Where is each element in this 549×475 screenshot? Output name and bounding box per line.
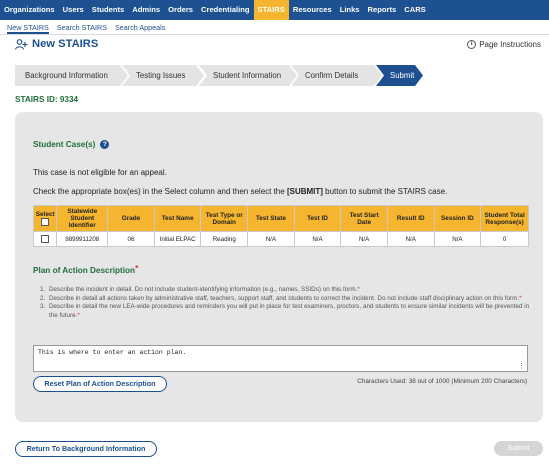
- table-row: 9899911208 06 Initial ELPAC Reading N/A …: [32, 231, 529, 247]
- reset-plan-button[interactable]: Reset Plan of Action Description: [33, 376, 167, 392]
- cell-test-type: Reading: [200, 231, 249, 247]
- select-all-checkbox[interactable]: [41, 218, 50, 226]
- student-cases-heading: Student Case(s) ?: [33, 140, 110, 149]
- subnav-item-search-stairs[interactable]: Search STAIRS: [57, 20, 107, 34]
- nav-item-users[interactable]: Users: [59, 0, 88, 20]
- page-title-text: New STAIRS: [32, 38, 99, 50]
- nav-item-credentialing[interactable]: Credentialing: [197, 0, 254, 20]
- row-select-checkbox[interactable]: [41, 235, 50, 243]
- submit-instruction: Check the appropriate box(es) in the Sel…: [33, 187, 448, 196]
- top-navigation: Organizations Users Students Admins Orders Cr…: [0, 0, 549, 20]
- nav-item-reports[interactable]: Reports: [364, 0, 401, 20]
- table-header-row: Select Statewide Student Identifier Grad…: [32, 205, 529, 232]
- student-cases-table: Select Statewide Student Identifier Grad…: [32, 205, 529, 247]
- step-testing-issues[interactable]: Testing Issues: [122, 65, 204, 86]
- column-header-select: Select: [32, 205, 58, 232]
- column-header-ssid: Statewide Student Identifier: [56, 205, 109, 232]
- textarea-value: This is where to enter an action plan.: [38, 349, 187, 356]
- page-instructions-label: Page Instructions: [479, 40, 541, 49]
- wizard-steps: Background Information Testing Issues St…: [15, 65, 435, 86]
- column-header-test-id: Test ID: [293, 205, 342, 232]
- add-user-icon: [15, 38, 28, 50]
- column-header-result-id: Result ID: [386, 205, 435, 232]
- cell-session-id: N/A: [433, 231, 482, 247]
- nav-item-orders[interactable]: Orders: [164, 0, 197, 20]
- cell-test-name: Initial ELPAC: [153, 231, 202, 247]
- step-background-information[interactable]: Background Information: [15, 65, 128, 86]
- column-header-total-responses: Student Total Response(s): [480, 205, 529, 232]
- subnav-item-search-appeals[interactable]: Search Appeals: [115, 20, 165, 34]
- column-header-test-start-date: Test Start Date: [340, 205, 388, 232]
- step-student-information[interactable]: Student Information: [199, 65, 297, 86]
- plan-instruction-item: 1. Describe the incident in detail. Do no…: [40, 286, 360, 293]
- column-header-test-state: Test State: [247, 205, 295, 232]
- plan-of-action-heading: Plan of Action Description *: [33, 264, 139, 275]
- return-to-background-button[interactable]: Return To Background Information: [15, 441, 157, 457]
- cell-test-start-date: N/A: [340, 231, 388, 247]
- column-header-test-type: Test Type or Domain: [200, 205, 249, 232]
- cell-grade: 06: [107, 231, 155, 247]
- characters-used-counter: Characters Used: 38 out of 1000 (Minimum…: [357, 378, 527, 385]
- appeal-note: This case is not eligible for an appeal.: [33, 168, 167, 177]
- plan-of-action-textarea[interactable]: This is where to enter an action plan. ⋮: [33, 345, 528, 372]
- subnav-item-new-stairs[interactable]: New STAIRS: [7, 20, 49, 34]
- cell-test-state: N/A: [247, 231, 295, 247]
- submit-button[interactable]: Submit: [494, 441, 543, 456]
- step-submit[interactable]: Submit: [376, 65, 423, 86]
- nav-item-students[interactable]: Students: [88, 0, 129, 20]
- cell-test-id: N/A: [293, 231, 342, 247]
- cell-ssid: 9899911208: [56, 231, 109, 247]
- stairs-id: STAIRS ID: 9334: [15, 95, 79, 104]
- required-mark: *: [135, 264, 139, 273]
- help-icon[interactable]: ?: [100, 140, 110, 149]
- column-header-test-name: Test Name: [153, 205, 202, 232]
- page-instructions-link[interactable]: i Page Instructions: [467, 40, 541, 49]
- page-title: New STAIRS: [15, 38, 98, 50]
- nav-item-links[interactable]: Links: [336, 0, 364, 20]
- sub-navigation: New STAIRS Search STAIRS Search Appeals: [0, 20, 549, 35]
- nav-item-admins[interactable]: Admins: [128, 0, 164, 20]
- nav-item-organizations[interactable]: Organizations: [0, 0, 59, 20]
- cell-result-id: N/A: [386, 231, 435, 247]
- nav-item-cars[interactable]: CARS: [400, 0, 430, 20]
- nav-item-resources[interactable]: Resources: [289, 0, 336, 20]
- plan-instruction-item: 3. Describe in detail the new LEA-wide pr…: [40, 303, 530, 319]
- resize-handle-icon[interactable]: ⋮: [518, 364, 525, 371]
- step-confirm-details[interactable]: Confirm Details: [291, 65, 382, 86]
- column-header-session-id: Session ID: [433, 205, 482, 232]
- row-select-cell: [32, 231, 58, 247]
- column-header-grade: Grade: [107, 205, 155, 232]
- info-icon: i: [467, 40, 477, 49]
- nav-item-stairs[interactable]: STAIRS: [253, 0, 289, 20]
- plan-instruction-item: 2. Describe in detail all actions taken b…: [40, 294, 522, 302]
- plan-instructions-list: 1. Describe the incident in detail. Do no…: [40, 286, 530, 320]
- cell-total-responses: 0: [480, 231, 529, 247]
